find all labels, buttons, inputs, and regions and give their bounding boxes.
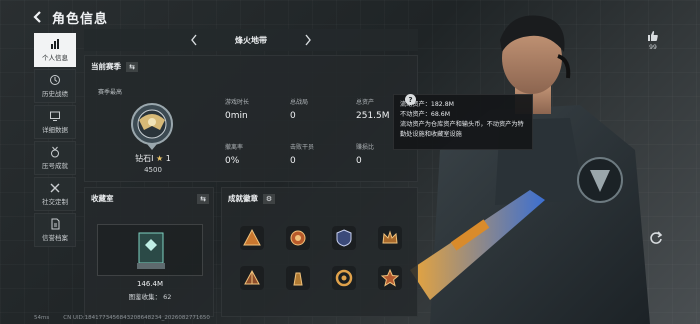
achievement-badge-crown-icon[interactable] (378, 226, 402, 250)
stat-value: 251.5M (356, 111, 390, 121)
back-arrow-icon[interactable] (30, 9, 46, 25)
like-button[interactable]: 99 (642, 30, 664, 51)
achievements-panel: 成就徽章 ⚙ (221, 187, 418, 317)
prev-map-arrow-icon[interactable] (186, 32, 202, 48)
achievements-header: 成就徽章 ⚙ (228, 193, 275, 204)
thumbs-up-icon (648, 31, 658, 41)
vault-display-icon (137, 232, 165, 269)
stat-label: 游戏时长 (225, 99, 250, 106)
history-icon (50, 75, 60, 85)
achievements-settings-icon[interactable]: ⚙ (263, 193, 275, 204)
nav-item-label: 详细数据 (42, 126, 68, 134)
collection-title: 收藏室 (91, 194, 114, 203)
stat-total-assets: 总资产 251.5M (356, 97, 390, 121)
stat-label: 撤离率 (225, 144, 244, 151)
achievement-badge-pyramid-icon[interactable] (240, 266, 264, 290)
footer-status: 54ms CN UID:1841773456843208648234_20260… (34, 315, 210, 321)
achievement-badge-ring-icon[interactable] (332, 266, 356, 290)
side-nav: 个人信息 历史战绩 详细数据 压号成就 社交定制 信誉档案 (34, 33, 76, 247)
page-title: 角色信息 (52, 11, 109, 27)
tools-icon (50, 183, 60, 193)
stat-value: 0min (225, 111, 248, 121)
tooltip-description: 流动资产为仓库资产和输头币，不动资产为特勤处设施和收藏室设施 (400, 121, 524, 138)
tooltip-liquid-assets: 流动资产：182.8M (400, 101, 454, 108)
nav-item-label: 信誉档案 (42, 234, 68, 242)
file-icon (51, 218, 60, 230)
stat-label: 总战局 (290, 99, 309, 106)
monitor-icon (50, 111, 60, 121)
nav-item-personal-info[interactable]: 个人信息 (34, 33, 76, 67)
stat-value: 0 (290, 111, 296, 121)
nav-item-reputation[interactable]: 信誉档案 (34, 213, 76, 247)
rank-name-line: 钻石I ★ 1 (123, 153, 183, 164)
collection-display (97, 224, 203, 276)
swap-collection-icon[interactable]: ⇆ (197, 193, 209, 204)
swap-season-icon[interactable]: ⇆ (126, 61, 138, 72)
nav-item-label: 压号成就 (42, 162, 68, 170)
collection-header: 收藏室 ⇆ (91, 193, 209, 204)
stat-label: 赚损比 (356, 144, 375, 151)
achievement-badge-star-icon[interactable] (378, 266, 402, 290)
collection-panel[interactable]: 收藏室 ⇆ 146.4M 图鉴收集： 62 (84, 187, 214, 317)
rank-name: 钻石I (135, 154, 154, 163)
rank-emblem-icon (131, 103, 173, 150)
header: 角色信息 (30, 6, 108, 28)
season-header: 当前赛季 ⇆ (91, 61, 138, 72)
rank-stars: 1 (165, 154, 171, 163)
achievements-title: 成就徽章 (228, 194, 258, 203)
achievement-badge-triangle-icon[interactable] (240, 226, 264, 250)
nav-item-history[interactable]: 历史战绩 (34, 69, 76, 103)
stat-operators-defeated: 击败干员 0 (290, 142, 314, 166)
nav-item-social[interactable]: 社交定制 (34, 177, 76, 211)
nav-item-achievements[interactable]: 压号成就 (34, 141, 76, 175)
ping-value: 54ms (34, 315, 50, 321)
stat-total-matches: 总战局 0 (290, 97, 308, 121)
achievement-badge-shield-icon[interactable] (332, 226, 356, 250)
map-name: 烽火地带 (235, 35, 267, 45)
nav-item-label: 历史战绩 (42, 90, 68, 98)
map-selector: 烽火地带 (84, 29, 418, 51)
rotate-view-icon[interactable] (648, 230, 664, 246)
collection-count-label: 图鉴收集： (128, 293, 162, 301)
bar-chart-icon (51, 39, 59, 49)
collection-count-line: 图鉴收集： 62 (85, 291, 215, 301)
rank-star-icon: ★ (156, 154, 164, 163)
next-map-arrow-icon[interactable] (300, 32, 316, 48)
season-best-label: 赛季最高 (98, 89, 123, 96)
stat-label: 击败干员 (290, 144, 315, 151)
achievement-badge-sun-icon[interactable] (286, 226, 310, 250)
asset-help-icon[interactable]: ? (405, 94, 416, 105)
stat-profit-ratio: 赚损比 0 (356, 142, 374, 166)
stat-play-time: 游戏时长 0min (225, 97, 249, 121)
stat-value: 0 (356, 156, 362, 166)
stat-value: 0 (290, 156, 296, 166)
stat-extract-rate: 撤离率 0% (225, 142, 243, 166)
collection-value: 146.4M (136, 280, 164, 288)
character-operator-image (410, 15, 650, 324)
season-panel: 当前赛季 ⇆ 赛季最高 钻石I ★ 1 4500 游戏时长 0min 总战局 0… (84, 55, 418, 182)
stat-value: 0% (225, 156, 240, 166)
season-title: 当前赛季 (91, 62, 121, 71)
nav-item-label: 社交定制 (42, 198, 68, 206)
collection-count: 62 (163, 293, 172, 301)
nav-item-label: 个人信息 (42, 54, 68, 62)
medal-icon (51, 146, 59, 158)
rank-score: 4500 (144, 166, 162, 174)
achievement-badge-tower-icon[interactable] (286, 266, 310, 290)
nav-item-details[interactable]: 详细数据 (34, 105, 76, 139)
user-uid: CN UID:1841773456843208648234_2026082771… (63, 315, 210, 321)
tooltip-fixed-assets: 不动资产：68.6M (400, 111, 451, 118)
stat-label: 总资产 (356, 99, 375, 106)
like-count: 99 (649, 44, 657, 51)
